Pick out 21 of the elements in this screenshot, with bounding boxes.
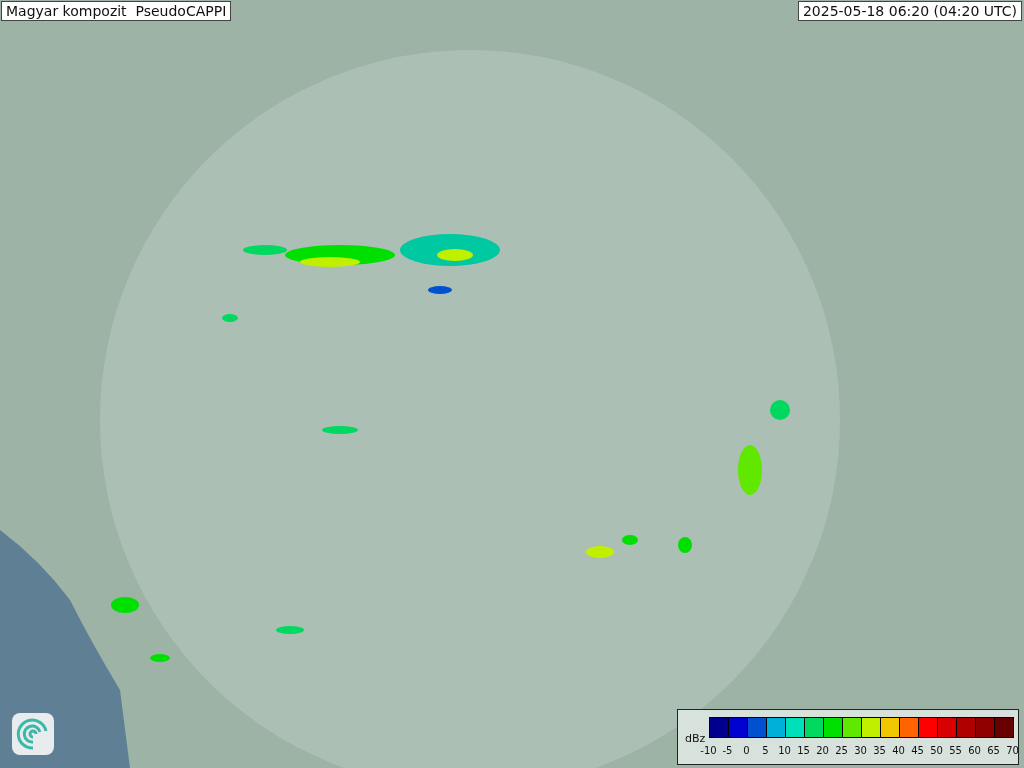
tick-label: 40 <box>891 744 906 756</box>
tick-label: 25 <box>834 744 849 756</box>
tick-label: 70 <box>1005 744 1020 756</box>
legend-unit: dBz <box>685 732 706 745</box>
tick-label: 65 <box>986 744 1001 756</box>
timestamp: 2025-05-18 06:20 (04:20 UTC) <box>797 1 1022 21</box>
tick-label: -5 <box>721 744 734 756</box>
tick-label: 15 <box>796 744 811 756</box>
tick-label: 20 <box>815 744 830 756</box>
map-title: Magyar kompozit PseudoCAPPI <box>1 1 232 21</box>
tick-label: 10 <box>777 744 792 756</box>
swirl-logo-icon <box>12 713 54 755</box>
tick-label: 60 <box>967 744 982 756</box>
tick-label: 35 <box>872 744 887 756</box>
tick-label: 50 <box>929 744 944 756</box>
tick-label: -10 <box>699 744 718 756</box>
tick-label: 45 <box>910 744 925 756</box>
tick-label: 30 <box>853 744 868 756</box>
tick-label: 55 <box>948 744 963 756</box>
tick-label: 0 <box>742 744 751 756</box>
tick-label: 5 <box>761 744 770 756</box>
